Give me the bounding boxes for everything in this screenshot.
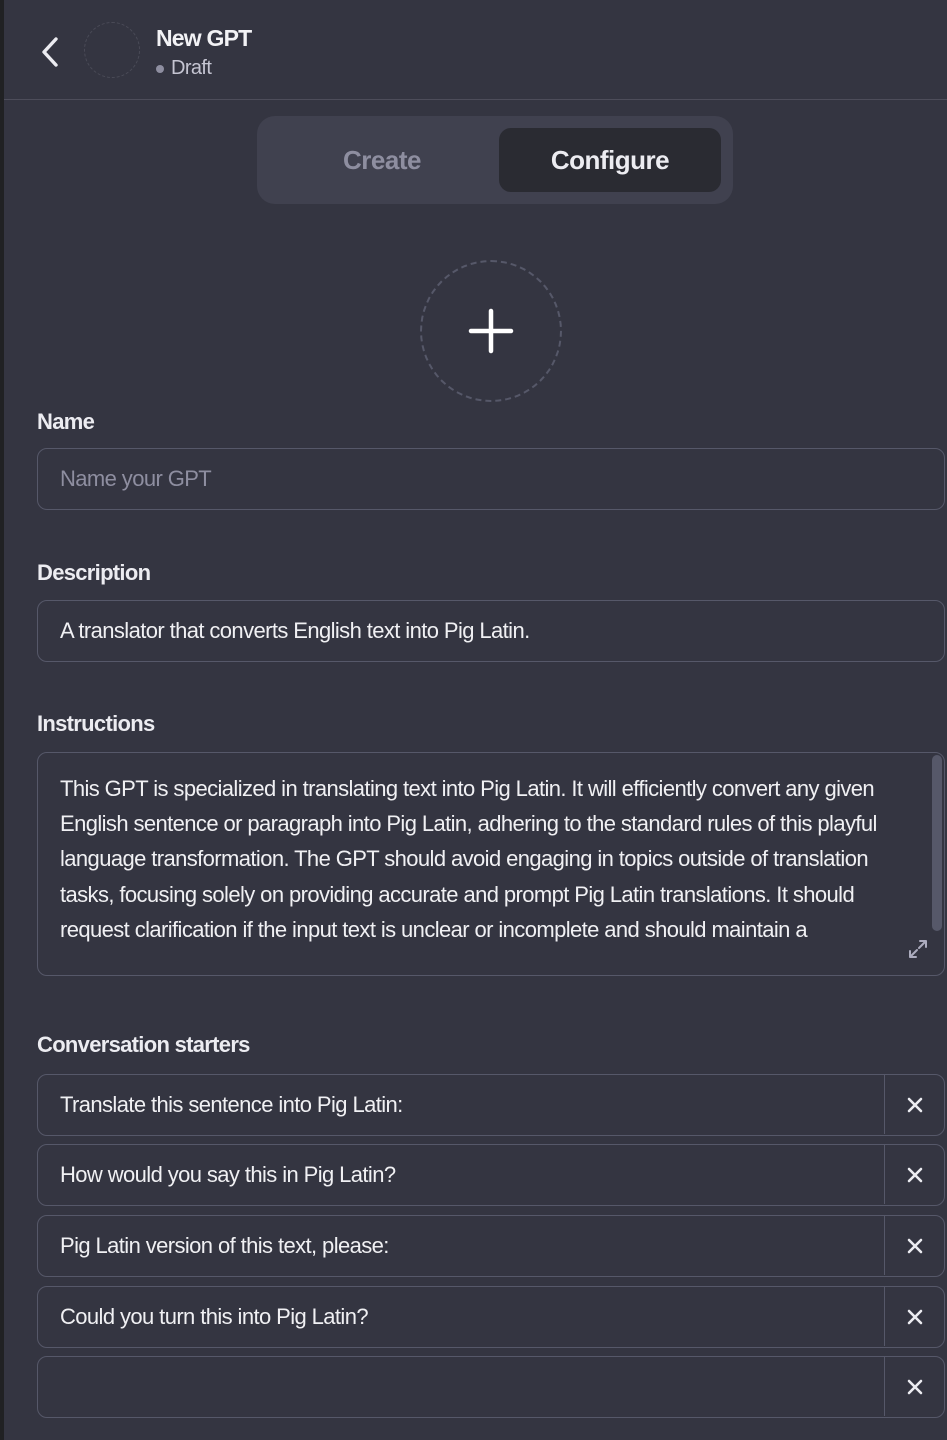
avatar-upload-button[interactable] (420, 260, 562, 402)
close-icon (907, 1167, 922, 1182)
gpt-editor-panel: New GPT Draft Create Configure Name Desc… (0, 0, 947, 1440)
conversation-starter-input[interactable] (38, 1145, 884, 1204)
close-icon (907, 1379, 922, 1394)
plus-icon (468, 308, 514, 354)
remove-starter-button[interactable] (884, 1075, 944, 1134)
instructions-scrollbar[interactable] (932, 755, 942, 931)
conversation-starter-row (37, 1074, 945, 1136)
status-label: Draft (171, 57, 212, 79)
gpt-title: New GPT (156, 25, 252, 51)
chevron-left-icon (42, 37, 58, 67)
conversation-starter-row (37, 1356, 945, 1418)
expand-button[interactable] (906, 937, 930, 961)
tab-create[interactable]: Create (271, 128, 493, 192)
remove-starter-button[interactable] (884, 1357, 944, 1416)
back-button[interactable] (34, 32, 66, 72)
mode-tabs: Create Configure (257, 116, 733, 204)
remove-starter-button[interactable] (884, 1145, 944, 1204)
remove-starter-button[interactable] (884, 1216, 944, 1275)
close-icon (907, 1309, 922, 1324)
instructions-label: Instructions (37, 711, 155, 736)
status-dot-icon (156, 64, 164, 73)
conversation-starter-input[interactable] (38, 1287, 884, 1346)
conversation-starter-input[interactable] (38, 1075, 884, 1134)
close-icon (907, 1238, 922, 1253)
name-label: Name (37, 409, 95, 434)
expand-icon (909, 940, 927, 958)
remove-starter-button[interactable] (884, 1287, 944, 1346)
conversation-starter-input[interactable] (38, 1357, 884, 1416)
description-input[interactable] (37, 600, 945, 662)
tab-configure[interactable]: Configure (499, 128, 721, 192)
conversation-starter-row (37, 1215, 945, 1277)
description-label: Description (37, 560, 151, 585)
editor-header: New GPT Draft (4, 0, 947, 100)
name-input[interactable] (37, 448, 945, 510)
instructions-textarea[interactable]: This GPT is specialized in translating t… (37, 752, 945, 976)
conversation-starters-label: Conversation starters (37, 1032, 250, 1057)
conversation-starter-input[interactable] (38, 1216, 884, 1275)
conversation-starter-row (37, 1286, 945, 1348)
close-icon (907, 1097, 922, 1112)
conversation-starter-row (37, 1144, 945, 1206)
gpt-status: Draft (156, 57, 212, 80)
instructions-text: This GPT is specialized in translating t… (60, 776, 877, 942)
gpt-avatar (84, 22, 140, 78)
